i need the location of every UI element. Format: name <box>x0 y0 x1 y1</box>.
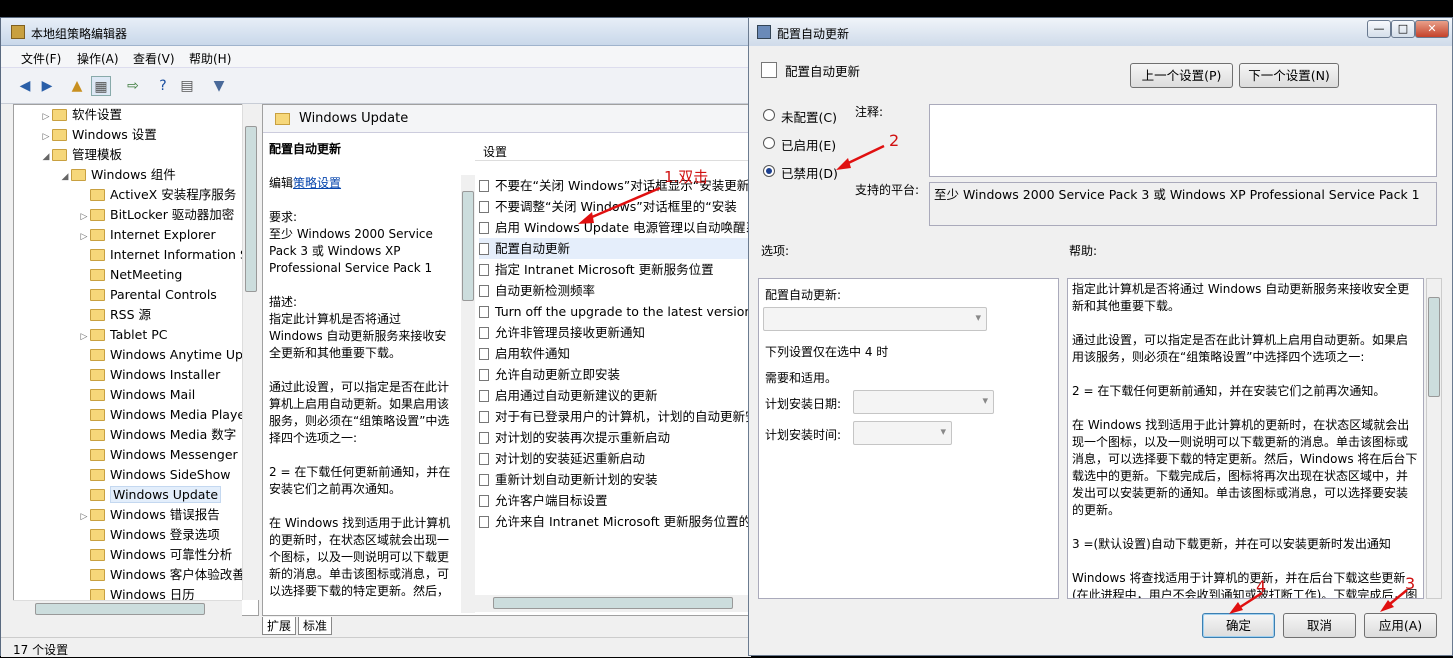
annotation-3: 3 <box>1405 574 1416 593</box>
annotation-2: 2 <box>889 131 900 150</box>
arrowhead-4 <box>1229 602 1243 614</box>
arrowhead-2 <box>836 158 851 170</box>
annotation-arrows <box>578 144 1408 614</box>
annotation-1: 1.双击 <box>664 168 709 186</box>
arrow-1 <box>584 186 661 222</box>
annotation-4: 4 <box>1256 577 1267 596</box>
arrowhead-1 <box>578 212 594 224</box>
